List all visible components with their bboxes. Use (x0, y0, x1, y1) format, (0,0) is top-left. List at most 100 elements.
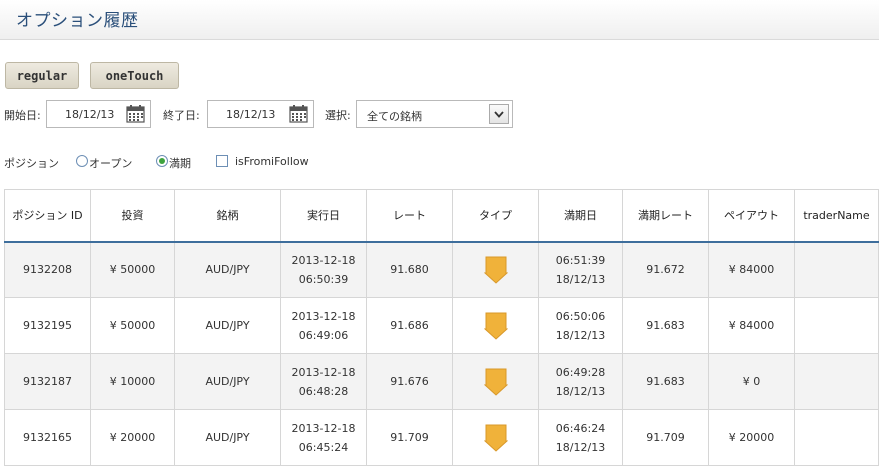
expiry-time: 06:49:28 (555, 365, 606, 379)
cell-position-id: 9132187 (4, 353, 91, 410)
exec-date: 2013-12-18 (291, 253, 356, 267)
col-exec-date[interactable]: 実行日 (280, 189, 367, 243)
exec-time: 06:45:24 (298, 440, 349, 454)
chevron-down-icon[interactable] (489, 104, 509, 124)
exec-date: 2013-12-18 (291, 421, 356, 435)
start-date-field[interactable]: 18/12/13 (46, 100, 151, 128)
cell-position-id: 9132195 (4, 297, 91, 354)
end-date-label: 終了日: (163, 109, 200, 122)
options-history-table: ポジション ID 投資 銘柄 実行日 レート タイプ 満期日 満期レート ペイア… (4, 189, 879, 466)
cell-payout: ¥ 20000 (708, 409, 795, 466)
cell-type (452, 297, 539, 354)
calendar-icon[interactable] (289, 105, 308, 123)
cell-invest: ¥ 20000 (90, 409, 175, 466)
page-header: オプション履歴 (0, 0, 879, 40)
cell-expiry-rate: 91.709 (622, 409, 709, 466)
col-trader-name[interactable]: traderName (794, 189, 879, 243)
col-expiry-date[interactable]: 満期日 (538, 189, 623, 243)
cell-expiry-date: 06:50:06 18/12/13 (538, 297, 623, 354)
cell-exec-date: 2013-12-18 06:50:39 (280, 241, 367, 298)
arrow-down-icon (483, 312, 508, 340)
start-date-value: 18/12/13 (65, 107, 115, 121)
select-label: 選択: (325, 109, 351, 122)
cell-exec-date: 2013-12-18 06:49:06 (280, 297, 367, 354)
cell-rate: 91.676 (366, 353, 453, 410)
symbol-select[interactable]: 全ての銘柄 (356, 100, 513, 128)
col-type[interactable]: タイプ (452, 189, 539, 243)
cell-rate: 91.709 (366, 409, 453, 466)
end-date-field[interactable]: 18/12/13 (207, 100, 314, 128)
cell-exec-date: 2013-12-18 06:45:24 (280, 409, 367, 466)
cell-trader-name (794, 297, 879, 354)
arrow-down-icon (483, 368, 508, 396)
cell-payout: ¥ 0 (708, 353, 795, 410)
end-date-value: 18/12/13 (226, 107, 276, 121)
position-filter: ポジション オープン 満期 isFromiFollow (0, 155, 340, 171)
cell-payout: ¥ 84000 (708, 241, 795, 298)
expiry-date: 18/12/13 (555, 440, 606, 454)
col-invest[interactable]: 投資 (90, 189, 175, 243)
expiry-time: 06:50:06 (555, 309, 606, 323)
col-payout[interactable]: ペイアウト (708, 189, 795, 243)
col-expiry-rate[interactable]: 満期レート (622, 189, 709, 243)
open-label: オープン (89, 157, 133, 170)
isfromifollow-label: isFromiFollow (235, 155, 309, 168)
cell-expiry-rate: 91.683 (622, 297, 709, 354)
cell-trader-name (794, 241, 879, 298)
cell-position-id: 9132165 (4, 409, 91, 466)
table-header-row: ポジション ID 投資 銘柄 実行日 レート タイプ 満期日 満期レート ペイア… (4, 189, 879, 243)
start-date-label: 開始日: (4, 109, 41, 122)
position-label: ポジション (4, 157, 59, 170)
expiry-time: 06:51:39 (555, 253, 606, 267)
expiry-date: 18/12/13 (555, 272, 606, 286)
expired-label: 満期 (169, 157, 191, 170)
cell-expiry-date: 06:49:28 18/12/13 (538, 353, 623, 410)
exec-time: 06:49:06 (298, 328, 349, 342)
cell-symbol: AUD/JPY (174, 409, 281, 466)
cell-expiry-date: 06:51:39 18/12/13 (538, 241, 623, 298)
exec-date: 2013-12-18 (291, 309, 356, 323)
page-title: オプション履歴 (16, 11, 139, 31)
cell-invest: ¥ 10000 (90, 353, 175, 410)
exec-time: 06:48:28 (298, 384, 349, 398)
expired-radio[interactable] (156, 155, 168, 167)
cell-type (452, 409, 539, 466)
table-row[interactable]: 9132208 ¥ 50000 AUD/JPY 2013-12-18 06:50:… (4, 241, 879, 298)
table-row[interactable]: 9132195 ¥ 50000 AUD/JPY 2013-12-18 06:49:… (4, 297, 879, 354)
table-row[interactable]: 9132165 ¥ 20000 AUD/JPY 2013-12-18 06:45:… (4, 409, 879, 466)
cell-type (452, 353, 539, 410)
cell-symbol: AUD/JPY (174, 241, 281, 298)
cell-trader-name (794, 409, 879, 466)
cell-payout: ¥ 84000 (708, 297, 795, 354)
col-rate[interactable]: レート (366, 189, 453, 243)
cell-symbol: AUD/JPY (174, 353, 281, 410)
expiry-date: 18/12/13 (555, 384, 606, 398)
cell-invest: ¥ 50000 (90, 297, 175, 354)
cell-expiry-date: 06:46:24 18/12/13 (538, 409, 623, 466)
arrow-down-icon (483, 424, 508, 452)
cell-rate: 91.686 (366, 297, 453, 354)
cell-expiry-rate: 91.683 (622, 353, 709, 410)
cell-type (452, 241, 539, 298)
expiry-time: 06:46:24 (555, 421, 606, 435)
expiry-date: 18/12/13 (555, 328, 606, 342)
col-symbol[interactable]: 銘柄 (174, 189, 281, 243)
symbol-select-value: 全ての銘柄 (367, 110, 422, 123)
isfromifollow-checkbox[interactable] (216, 155, 228, 167)
cell-symbol: AUD/JPY (174, 297, 281, 354)
cell-trader-name (794, 353, 879, 410)
cell-exec-date: 2013-12-18 06:48:28 (280, 353, 367, 410)
exec-date: 2013-12-18 (291, 365, 356, 379)
cell-expiry-rate: 91.672 (622, 241, 709, 298)
regular-tab-button[interactable]: regular (5, 62, 79, 89)
table-row[interactable]: 9132187 ¥ 10000 AUD/JPY 2013-12-18 06:48:… (4, 353, 879, 410)
cell-invest: ¥ 50000 (90, 241, 175, 298)
col-position-id[interactable]: ポジション ID (4, 189, 91, 243)
exec-time: 06:50:39 (298, 272, 349, 286)
cell-rate: 91.680 (366, 241, 453, 298)
open-radio[interactable] (76, 155, 88, 167)
calendar-icon[interactable] (126, 105, 145, 123)
onetouch-tab-button[interactable]: oneTouch (90, 62, 179, 89)
cell-position-id: 9132208 (4, 241, 91, 298)
arrow-down-icon (483, 256, 508, 284)
